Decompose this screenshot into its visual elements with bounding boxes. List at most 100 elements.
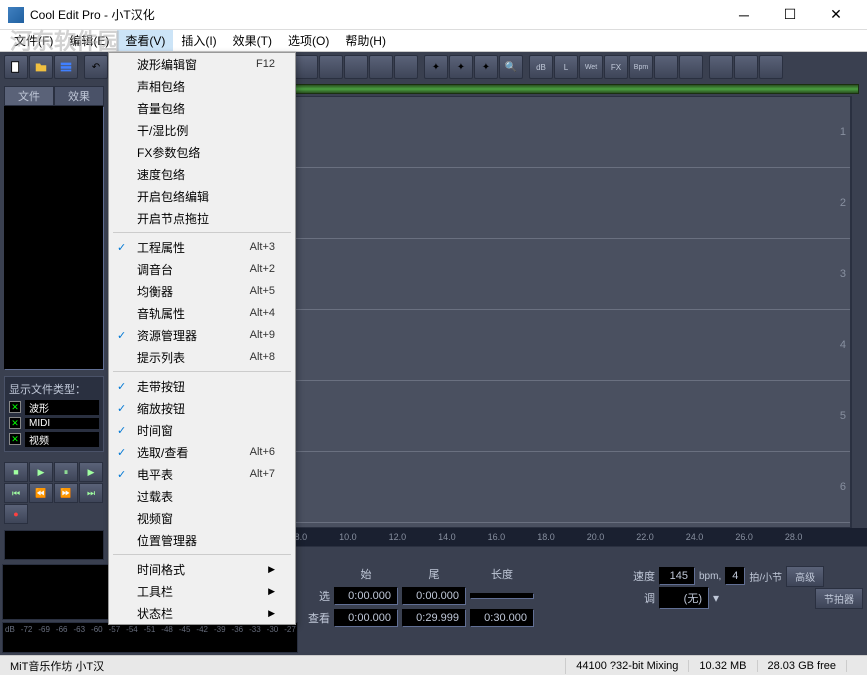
tb-btn-29[interactable] — [709, 55, 733, 79]
tb-btn-13[interactable] — [294, 55, 318, 79]
tempo-advanced-button[interactable]: 高级 — [786, 566, 824, 587]
tb-btn-30[interactable] — [734, 55, 758, 79]
db-ruler: dB-72-69-66-63-60-57-54-51-48-45-42-39-3… — [2, 622, 298, 653]
menu-item[interactable]: 视频窗 — [109, 507, 295, 529]
menu-item[interactable]: ✓工程属性Alt+3 — [109, 236, 295, 258]
goto-end-button[interactable]: ⏭ — [79, 483, 103, 503]
menu-item-label: 波形编辑窗 — [137, 56, 197, 73]
menu-item[interactable]: ✓时间窗 — [109, 419, 295, 441]
tb-btn-16[interactable] — [369, 55, 393, 79]
record-button[interactable]: ● — [4, 504, 28, 524]
file-types-title: 显示文件类型： — [9, 381, 99, 397]
menu-file[interactable]: 文件(F) — [6, 30, 61, 51]
tb-undo[interactable]: ↶ — [84, 55, 108, 79]
tempo-bpm[interactable]: 145 — [659, 567, 695, 585]
minimize-button[interactable]: ─ — [721, 0, 767, 30]
menu-item[interactable]: ✓资源管理器Alt+9 — [109, 324, 295, 346]
menu-options[interactable]: 选项(O) — [280, 30, 337, 51]
sidebar-tab-effects[interactable]: 效果 — [54, 86, 104, 106]
menu-item[interactable]: ✓电平表Alt+7 — [109, 463, 295, 485]
menu-item[interactable]: 音轨属性Alt+4 — [109, 302, 295, 324]
tempo-beats[interactable]: 4 — [725, 567, 745, 585]
ft-check-midi[interactable]: ✕ — [9, 417, 21, 429]
stop-button[interactable]: ■ — [4, 462, 28, 482]
menu-item[interactable]: 时间格式▶ — [109, 558, 295, 580]
menu-item[interactable]: 状态栏▶ — [109, 602, 295, 624]
menu-item[interactable]: ✓走带按钮 — [109, 375, 295, 397]
title-bar: Cool Edit Pro - 小T汉化 ─ ☐ ✕ — [0, 0, 867, 30]
tb-fx[interactable]: FX — [604, 55, 628, 79]
tb-new[interactable] — [4, 55, 28, 79]
key-value[interactable]: (无) — [659, 587, 709, 609]
tb-btn-31[interactable] — [759, 55, 783, 79]
rewind-button[interactable]: ⏪ — [29, 483, 53, 503]
menu-item[interactable]: 干/湿比例 — [109, 119, 295, 141]
tempo-label: 速度 — [627, 568, 655, 584]
sel-len[interactable] — [470, 593, 534, 599]
menu-item[interactable]: 速度包络 — [109, 163, 295, 185]
forward-button[interactable]: ⏩ — [54, 483, 78, 503]
view-len[interactable]: 0:30.000 — [470, 609, 534, 627]
menu-item[interactable]: 提示列表Alt+8 — [109, 346, 295, 368]
menu-item-label: 音轨属性 — [137, 305, 185, 322]
submenu-arrow-icon: ▶ — [268, 586, 275, 597]
menu-view[interactable]: 查看(V) — [117, 30, 173, 51]
play-loop-button[interactable]: ▶ — [79, 462, 103, 482]
menu-item-label: 时间格式 — [137, 561, 185, 578]
menu-item[interactable]: 工具栏▶ — [109, 580, 295, 602]
menu-shortcut: Alt+7 — [250, 468, 275, 480]
vertical-scrollbar[interactable] — [851, 96, 867, 528]
tb-btn-19[interactable]: ✦ — [449, 55, 473, 79]
menu-edit[interactable]: 编辑(E) — [61, 30, 117, 51]
menu-item[interactable]: 开启节点拖拉 — [109, 207, 295, 229]
sel-begin[interactable]: 0:00.000 — [334, 587, 398, 605]
tb-btn-14[interactable] — [319, 55, 343, 79]
menu-item[interactable]: 均衡器Alt+5 — [109, 280, 295, 302]
menu-item[interactable]: ✓选取/查看Alt+6 — [109, 441, 295, 463]
tb-btn-27[interactable] — [654, 55, 678, 79]
check-icon: ✓ — [117, 380, 126, 393]
menu-item[interactable]: 声相包络 — [109, 75, 295, 97]
tb-btn-15[interactable] — [344, 55, 368, 79]
tb-btn-17[interactable] — [394, 55, 418, 79]
pause-button[interactable]: ⏸ — [54, 462, 78, 482]
tb-open[interactable] — [29, 55, 53, 79]
db-tick: -54 — [126, 625, 138, 650]
tb-btn-28[interactable] — [679, 55, 703, 79]
sidebar-tab-files[interactable]: 文件 — [4, 86, 54, 106]
sel-end[interactable]: 0:00.000 — [402, 587, 466, 605]
tb-bpm[interactable]: Bpm — [629, 55, 653, 79]
file-list[interactable] — [4, 106, 104, 370]
menu-item[interactable]: 音量包络 — [109, 97, 295, 119]
play-button[interactable]: ▶ — [29, 462, 53, 482]
ft-label-video: 视频 — [25, 432, 99, 447]
tb-btn-20[interactable]: ✦ — [474, 55, 498, 79]
menu-item[interactable]: 波形编辑窗F12 — [109, 53, 295, 75]
menu-effects[interactable]: 效果(T) — [225, 30, 280, 51]
tb-multitrack[interactable] — [54, 55, 78, 79]
close-button[interactable]: ✕ — [813, 0, 859, 30]
tb-btn-21[interactable]: 🔍 — [499, 55, 523, 79]
menu-insert[interactable]: 插入(I) — [173, 30, 224, 51]
key-label: 调 — [627, 590, 655, 606]
timeline-tick: 26.0 — [735, 532, 753, 542]
goto-start-button[interactable]: ⏮ — [4, 483, 28, 503]
menu-item[interactable]: 调音台Alt+2 — [109, 258, 295, 280]
tb-l[interactable]: L — [554, 55, 578, 79]
tb-db[interactable]: dB — [529, 55, 553, 79]
menu-item[interactable]: 过载表 — [109, 485, 295, 507]
metronome-button[interactable]: 节拍器 — [815, 588, 863, 609]
menu-item[interactable]: 位置管理器 — [109, 529, 295, 551]
view-end[interactable]: 0:29.999 — [402, 609, 466, 627]
view-begin[interactable]: 0:00.000 — [334, 609, 398, 627]
ft-check-wave[interactable]: ✕ — [9, 401, 21, 413]
menu-item[interactable]: ✓缩放按钮 — [109, 397, 295, 419]
ft-label-wave: 波形 — [25, 400, 99, 415]
menu-help[interactable]: 帮助(H) — [337, 30, 394, 51]
maximize-button[interactable]: ☐ — [767, 0, 813, 30]
tb-wet[interactable]: Wet — [579, 55, 603, 79]
menu-item[interactable]: FX参数包络 — [109, 141, 295, 163]
menu-item[interactable]: 开启包络编辑 — [109, 185, 295, 207]
ft-check-video[interactable]: ✕ — [9, 433, 21, 445]
tb-btn-18[interactable]: ✦ — [424, 55, 448, 79]
